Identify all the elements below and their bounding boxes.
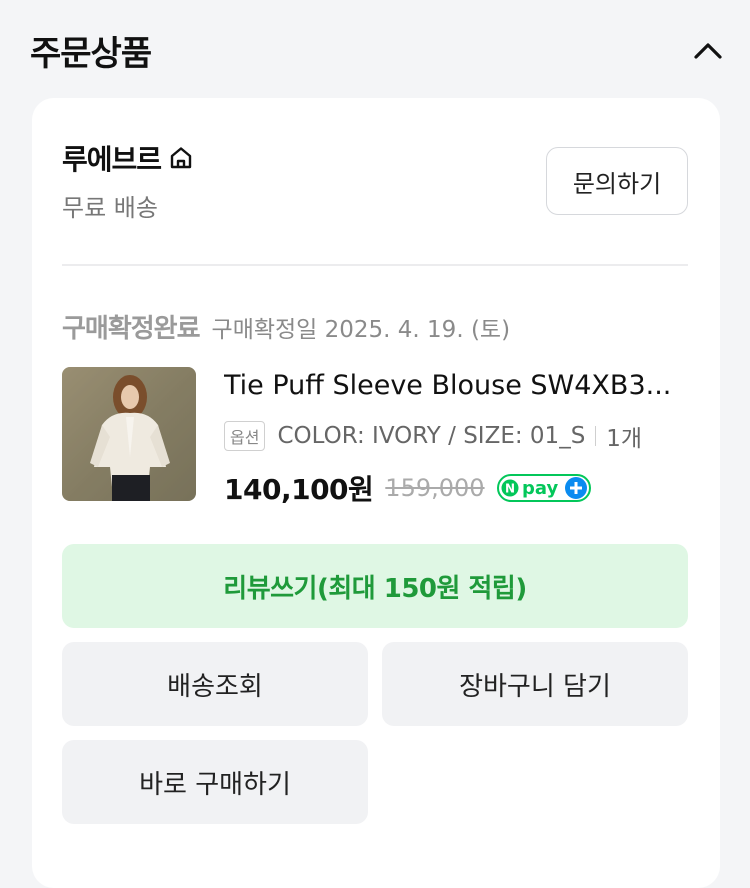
product-image[interactable] [62, 367, 196, 501]
confirm-date: 구매확정일 2025. 4. 19. (토) [211, 317, 511, 343]
npay-label: pay [522, 478, 558, 499]
collapse-button[interactable] [688, 30, 728, 70]
option-text: COLOR: IVORY / SIZE: 01_S [277, 423, 586, 449]
sale-price: 140,100원 [224, 473, 374, 506]
option-badge: 옵션 [224, 421, 266, 451]
original-price: 159,000 [385, 474, 485, 502]
track-delivery-button[interactable]: 배송조회 [62, 642, 368, 726]
divider [62, 264, 688, 266]
product-option-row: 옵션 COLOR: IVORY / SIZE: 01_S 1개 [224, 419, 642, 453]
buy-now-button[interactable]: 바로 구매하기 [62, 740, 368, 824]
order-status: 구매확정완료 [62, 314, 201, 344]
order-status-row: 구매확정완료 구매확정일 2025. 4. 19. (토) [62, 308, 510, 345]
store-name: 루에브르 [62, 143, 162, 176]
shipping-info: 무료 배송 [62, 194, 158, 222]
section-title: 주문상품 [30, 34, 152, 74]
chevron-up-icon [694, 43, 722, 59]
write-review-button[interactable]: 리뷰쓰기(최대 150원 적립) [62, 544, 688, 628]
inquiry-button[interactable]: 문의하기 [546, 147, 688, 215]
home-icon [167, 143, 197, 173]
order-card: 루에브르 무료 배송 문의하기 구매확정완료 구매확정일 2025. 4. 19… [32, 98, 720, 888]
npay-plus-icon: N pay [496, 474, 591, 502]
store-link[interactable]: 루에브르 [62, 138, 197, 178]
svg-text:N: N [505, 482, 515, 496]
price-row: 140,100원 159,000 N pay [224, 468, 591, 508]
add-to-cart-button[interactable]: 장바구니 담기 [382, 642, 688, 726]
quantity: 1개 [606, 426, 643, 452]
product-name[interactable]: Tie Puff Sleeve Blouse SW4XB3... [224, 370, 694, 401]
quantity-separator [595, 426, 597, 446]
order-items-header[interactable]: 주문상품 [0, 0, 750, 98]
